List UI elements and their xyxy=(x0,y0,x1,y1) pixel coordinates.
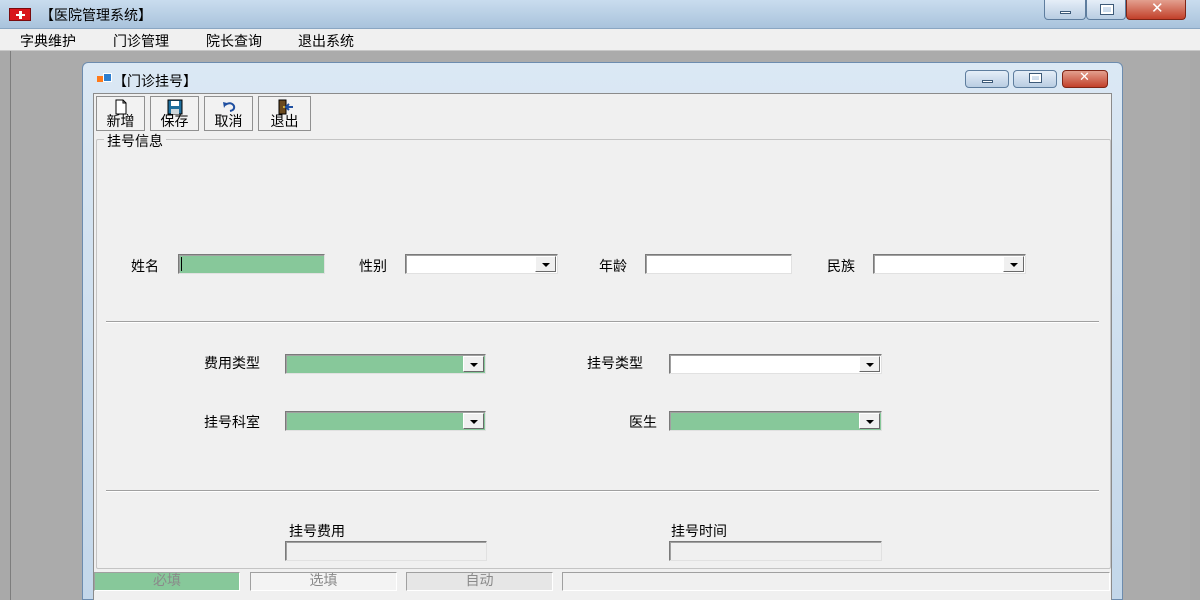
exit-door-icon xyxy=(276,99,294,115)
child-close-button[interactable]: ✕ xyxy=(1062,70,1108,88)
doctor-dropdown-arrow[interactable] xyxy=(859,413,880,429)
menu-exit-system[interactable]: 退出系统 xyxy=(295,31,357,51)
reg-time-field xyxy=(669,541,882,561)
menu-director-query[interactable]: 院长查询 xyxy=(203,31,265,51)
exit-button[interactable]: 退出 xyxy=(258,96,311,131)
ethnicity-select[interactable] xyxy=(873,254,1026,274)
reg-fee-field xyxy=(285,541,487,561)
department-dropdown-arrow[interactable] xyxy=(463,413,484,429)
maximize-icon xyxy=(1100,4,1114,15)
new-label: 新增 xyxy=(106,114,135,130)
doctor-select[interactable] xyxy=(669,411,882,431)
separator-2 xyxy=(106,490,1099,492)
department-label: 挂号科室 xyxy=(204,415,260,431)
exit-label: 退出 xyxy=(270,114,299,130)
close-button[interactable]: ✕ xyxy=(1126,0,1186,20)
fee-type-select[interactable] xyxy=(285,354,486,374)
maximize-button[interactable] xyxy=(1086,0,1126,20)
doctor-label: 医生 xyxy=(629,415,657,431)
age-label: 年龄 xyxy=(599,259,627,275)
registration-window: 【门诊挂号】 ✕ 新增 保存 取消 退出 挂号信息 姓名 性别 年龄 民族 费用… xyxy=(82,62,1123,600)
menu-bar: 字典维护 门诊管理 院长查询 退出系统 xyxy=(0,29,1200,51)
child-window-title: 【门诊挂号】 xyxy=(113,74,197,90)
cancel-button[interactable]: 取消 xyxy=(204,96,253,131)
name-input[interactable] xyxy=(178,254,325,274)
child-maximize-button[interactable] xyxy=(1013,70,1057,88)
main-title-bar: 【医院管理系统】 ✕ xyxy=(0,0,1200,29)
ethnicity-label: 民族 xyxy=(827,259,855,275)
ethnicity-dropdown-arrow[interactable] xyxy=(1003,256,1024,272)
undo-arrow-icon xyxy=(220,99,238,115)
fee-type-label: 费用类型 xyxy=(204,356,260,372)
group-title: 挂号信息 xyxy=(104,131,166,151)
text-caret xyxy=(181,257,182,271)
child-minimize-button[interactable] xyxy=(965,70,1009,88)
gender-select[interactable] xyxy=(405,254,558,274)
window-form-icon xyxy=(97,73,112,86)
child-minimize-icon xyxy=(982,80,993,83)
fee-type-dropdown-arrow[interactable] xyxy=(463,356,484,372)
save-label: 保存 xyxy=(160,114,189,130)
close-icon: ✕ xyxy=(1151,0,1164,17)
new-document-icon xyxy=(112,99,130,115)
age-input[interactable] xyxy=(645,254,792,274)
status-optional: 选填 xyxy=(250,572,397,591)
minimize-button[interactable] xyxy=(1044,0,1086,20)
status-bar: 必填 选填 自动 xyxy=(94,570,1111,592)
separator-1 xyxy=(106,321,1099,323)
app-title: 【医院管理系统】 xyxy=(40,8,152,24)
cancel-label: 取消 xyxy=(214,114,243,130)
reg-time-label: 挂号时间 xyxy=(671,524,727,540)
reg-type-select[interactable] xyxy=(669,354,882,374)
menu-dictionary[interactable]: 字典维护 xyxy=(17,31,79,51)
new-button[interactable]: 新增 xyxy=(96,96,145,131)
reg-type-label: 挂号类型 xyxy=(587,356,643,372)
status-message xyxy=(562,572,1110,591)
status-required: 必填 xyxy=(94,572,240,591)
form-client-area: 新增 保存 取消 退出 挂号信息 姓名 性别 年龄 民族 费用类型 挂号类型 挂… xyxy=(93,93,1112,600)
red-cross-icon xyxy=(9,8,31,21)
name-label: 姓名 xyxy=(131,259,159,275)
gender-label: 性别 xyxy=(359,259,387,275)
save-button[interactable]: 保存 xyxy=(150,96,199,131)
reg-fee-label: 挂号费用 xyxy=(289,524,345,540)
reg-type-dropdown-arrow[interactable] xyxy=(859,356,880,372)
child-maximize-icon xyxy=(1029,73,1042,83)
gender-dropdown-arrow[interactable] xyxy=(535,256,556,272)
department-select[interactable] xyxy=(285,411,486,431)
status-auto: 自动 xyxy=(406,572,553,591)
child-close-icon: ✕ xyxy=(1079,70,1090,85)
floppy-disk-icon xyxy=(166,99,184,115)
menu-outpatient[interactable]: 门诊管理 xyxy=(110,31,172,51)
minimize-icon xyxy=(1060,11,1071,14)
